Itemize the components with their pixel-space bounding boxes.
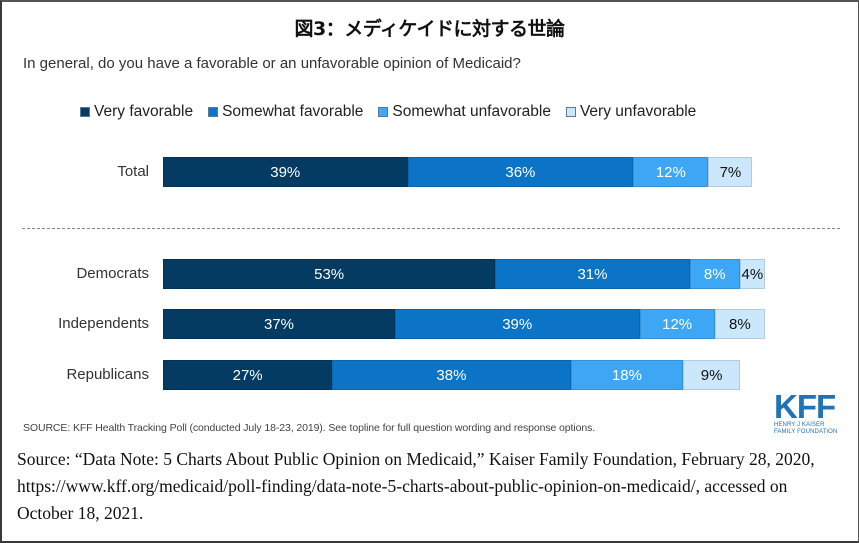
data-label: 7%: [719, 163, 742, 181]
data-label: 9%: [700, 366, 723, 384]
legend-label: Very favorable: [94, 103, 194, 120]
data-label: 27%: [232, 366, 263, 384]
group-divider: [22, 228, 840, 229]
legend-item-very-favorable: Very favorable: [80, 103, 193, 121]
legend-label: Somewhat unfavorable: [392, 103, 551, 120]
bar-independents-very-unfavorable: 8%: [714, 309, 765, 339]
logo-wordmark: KFF: [774, 388, 836, 425]
category-label-independents: Independents: [58, 315, 149, 332]
kff-logo: KFF HENRY J KAISER FAMILY FOUNDATION: [774, 388, 844, 436]
legend-label: Somewhat favorable: [222, 103, 364, 120]
bar-total-somewhat-unfavorable: 12%: [633, 157, 709, 187]
chart-subtitle: In general, do you have a favorable or a…: [23, 55, 521, 72]
legend-item-somewhat-unfavorable: Somewhat unfavorable: [378, 103, 551, 121]
bar-republicans-somewhat-unfavorable: 18%: [570, 360, 684, 390]
data-label: 39%: [270, 163, 301, 181]
data-label: 36%: [505, 163, 536, 181]
bar-total-very-favorable: 39%: [163, 157, 408, 187]
logo-subtitle-line2: FAMILY FOUNDATION: [774, 429, 838, 435]
bar-total-very-unfavorable: 7%: [708, 157, 753, 187]
bar-democrats-somewhat-favorable: 31%: [495, 259, 690, 289]
bar-democrats-very-favorable: 53%: [163, 259, 496, 289]
bar-independents-somewhat-favorable: 39%: [394, 309, 640, 339]
chart-title: 図3：メディケイドに対する世論: [294, 18, 565, 40]
data-label: 12%: [655, 163, 686, 181]
data-label: 37%: [263, 315, 294, 333]
data-label: 4%: [741, 265, 764, 283]
data-label: 8%: [703, 265, 726, 283]
bar-republicans-very-unfavorable: 9%: [683, 360, 740, 390]
category-label-democrats: Democrats: [76, 265, 149, 282]
category-label-republicans: Republicans: [66, 366, 149, 383]
bar-independents-very-favorable: 37%: [163, 309, 395, 339]
legend-swatch-very-unfavorable: [565, 107, 576, 117]
legend-item-somewhat-favorable: Somewhat favorable: [208, 103, 363, 121]
legend-swatch-somewhat-unfavorable: [378, 107, 389, 117]
citation-text: Source: “Data Note: 5 Charts About Publi…: [17, 449, 815, 523]
data-label: 8%: [728, 315, 751, 333]
legend-swatch-very-favorable: [80, 107, 90, 117]
data-label: 38%: [436, 366, 467, 384]
category-label-total: Total: [117, 163, 149, 180]
legend-label: Very unfavorable: [579, 103, 697, 120]
data-label: 18%: [611, 366, 642, 384]
data-label: 31%: [577, 265, 608, 283]
bar-republicans-somewhat-favorable: 38%: [332, 360, 571, 390]
legend-item-very-unfavorable: Very unfavorable: [565, 103, 697, 121]
data-label: 12%: [662, 315, 693, 333]
bar-democrats-somewhat-unfavorable: 8%: [689, 259, 740, 289]
legend-swatch-somewhat-favorable: [208, 107, 219, 117]
source-note: SOURCE: KFF Health Tracking Poll (conduc…: [23, 422, 596, 434]
bar-total-somewhat-favorable: 36%: [407, 157, 634, 187]
bar-independents-somewhat-unfavorable: 12%: [639, 309, 715, 339]
bar-republicans-very-favorable: 27%: [163, 360, 333, 390]
data-label: 53%: [314, 265, 345, 283]
chart-legend: Very favorable Somewhat favorable Somewh…: [80, 102, 711, 122]
bar-democrats-very-unfavorable: 4%: [739, 259, 765, 289]
data-label: 39%: [502, 315, 533, 333]
